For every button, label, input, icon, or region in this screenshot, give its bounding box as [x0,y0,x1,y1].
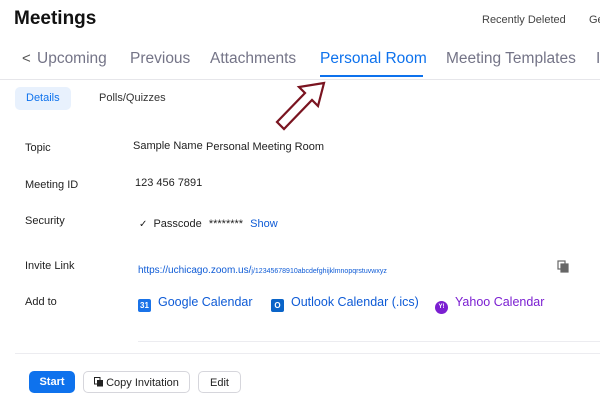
start-button[interactable]: Start [29,371,75,393]
meeting-id-value: 123 456 7891 [135,177,203,189]
outlook-calendar-label: Outlook Calendar (.ics) [291,295,419,309]
tab-meeting-templates[interactable]: Meeting Templates [446,50,576,68]
show-passcode-link[interactable]: Show [250,218,278,230]
outlook-calendar-icon: O [271,299,284,312]
security-passcode: ✓ Passcode ******** Show [139,218,278,230]
google-calendar-icon: 31 [138,299,151,312]
actions-divider [15,353,600,354]
chevron-left-icon[interactable]: < [22,50,31,67]
tab-attachments[interactable]: Attachments [210,50,296,68]
security-label: Security [25,215,65,227]
check-icon: ✓ [139,219,148,230]
section-divider [138,341,600,342]
copy-invitation-button[interactable]: Copy Invitation [83,371,190,393]
tab-upcoming[interactable]: Upcoming [37,50,107,68]
invite-link-url[interactable]: https://uchicago.zoom.us/j/12345678910ab… [138,260,387,278]
tab-overflow[interactable]: I [596,50,600,68]
passcode-label: Passcode [153,218,202,230]
invite-link-label: Invite Link [25,260,75,272]
invite-link-domain: https://uchicago.zoom.us/ [138,265,252,276]
google-calendar-label: Google Calendar [158,295,253,309]
google-calendar-link[interactable]: 31 Google Calendar [138,295,253,312]
invite-link-path: j/12345678910abcdefghijklmnopqrstuvwxyz [251,268,387,275]
copy-link-icon[interactable] [557,260,570,273]
get-training-link[interactable]: Ge [589,14,600,26]
copy-icon [94,377,104,387]
edit-button[interactable]: Edit [198,371,241,393]
topic-label: Topic [25,142,51,154]
add-to-label: Add to [25,296,57,308]
subtab-details[interactable]: Details [15,87,71,110]
tab-previous[interactable]: Previous [130,50,190,68]
yahoo-calendar-label: Yahoo Calendar [455,295,545,309]
outlook-calendar-link[interactable]: O Outlook Calendar (.ics) [271,295,419,312]
tab-personal-room[interactable]: Personal Room [320,50,427,68]
topic-prefix: Sample Name [133,140,203,152]
page-title: Meetings [14,8,97,29]
recently-deleted-link[interactable]: Recently Deleted [482,14,566,26]
passcode-mask: ******** [208,218,244,230]
subtab-polls-quizzes[interactable]: Polls/Quizzes [88,87,177,110]
copy-invitation-label: Copy Invitation [106,377,179,389]
yahoo-calendar-link[interactable]: Y! Yahoo Calendar [435,295,544,314]
meeting-tabs: < Upcoming Previous Attachments Personal… [0,46,600,80]
topic-value: Personal Meeting Room [206,141,325,153]
yahoo-calendar-icon: Y! [435,301,448,314]
annotation-arrow-icon [275,81,326,131]
meeting-id-label: Meeting ID [25,179,79,191]
active-tab-indicator [320,75,423,77]
